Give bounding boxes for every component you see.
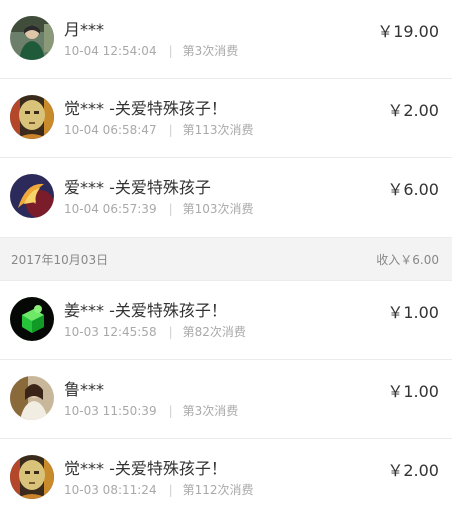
record-time: 10-04 06:57:39 bbox=[64, 202, 157, 216]
meta-separator: | bbox=[168, 483, 173, 497]
phoenix-icon bbox=[10, 174, 54, 218]
record-count: 第113次消费 bbox=[182, 123, 254, 137]
record-row[interactable]: 觉*** -关爱特殊孩子！ 10-04 06:58:47 | 第113次消费 ￥2.… bbox=[0, 79, 452, 158]
record-name: 鲁*** bbox=[64, 380, 105, 399]
record-name: 觉*** -关爱特殊孩子！ bbox=[64, 99, 227, 118]
record-count: 第82次消费 bbox=[182, 325, 246, 339]
mask-face-icon bbox=[10, 95, 54, 139]
day-date: 2017年10月03日 bbox=[11, 253, 109, 267]
record-amount: ￥1.00 bbox=[387, 382, 439, 401]
meta-separator: | bbox=[168, 202, 173, 216]
record-meta: 10-04 06:57:39 | 第103次消费 bbox=[64, 200, 254, 217]
meta-separator: | bbox=[168, 44, 173, 58]
day-income: 收入￥6.00 bbox=[376, 253, 439, 267]
record-row[interactable]: 爱*** -关爱特殊孩子 10-04 06:57:39 | 第103次消费 ￥6.0… bbox=[0, 158, 452, 237]
record-count: 第3次消费 bbox=[182, 404, 239, 418]
record-meta: 10-03 08:11:24 | 第112次消费 bbox=[64, 481, 254, 498]
record-meta: 10-03 11:50:39 | 第3次消费 bbox=[64, 402, 238, 419]
record-amount: ￥6.00 bbox=[387, 180, 439, 199]
meta-separator: | bbox=[168, 404, 173, 418]
record-meta: 10-04 06:58:47 | 第113次消费 bbox=[64, 121, 254, 138]
record-time: 10-03 11:50:39 bbox=[64, 404, 157, 418]
record-time: 10-03 12:45:58 bbox=[64, 325, 157, 339]
record-time: 10-04 12:54:04 bbox=[64, 44, 157, 58]
person-portrait-icon bbox=[10, 376, 54, 420]
record-count: 第103次消费 bbox=[182, 202, 254, 216]
record-amount: ￥19.00 bbox=[377, 22, 439, 41]
record-name: 觉*** -关爱特殊孩子！ bbox=[64, 459, 227, 478]
mask-face-icon bbox=[10, 455, 54, 499]
record-row[interactable]: 月*** 10-04 12:54:04 | 第3次消费 ￥19.00 bbox=[0, 0, 452, 79]
record-amount: ￥2.00 bbox=[387, 101, 439, 120]
meta-separator: | bbox=[168, 123, 173, 137]
record-amount: ￥2.00 bbox=[387, 461, 439, 480]
record-name: 爱*** -关爱特殊孩子 bbox=[64, 178, 211, 197]
record-amount: ￥1.00 bbox=[387, 303, 439, 322]
record-count: 第112次消费 bbox=[182, 483, 254, 497]
person-portrait-icon bbox=[10, 16, 54, 60]
record-meta: 10-03 12:45:58 | 第82次消费 bbox=[64, 323, 246, 340]
record-row[interactable]: 鲁*** 10-03 11:50:39 | 第3次消费 ￥1.00 bbox=[0, 360, 452, 439]
record-time: 10-03 08:11:24 bbox=[64, 483, 157, 497]
meta-separator: | bbox=[168, 325, 173, 339]
purchase-record-list: 月*** 10-04 12:54:04 | 第3次消费 ￥19.00 觉*** -关… bbox=[0, 0, 452, 518]
record-count: 第3次消费 bbox=[182, 44, 239, 58]
record-row[interactable]: 姜*** -关爱特殊孩子！ 10-03 12:45:58 | 第82次消费 ￥1.0… bbox=[0, 281, 452, 360]
record-meta: 10-04 12:54:04 | 第3次消费 bbox=[64, 42, 238, 59]
green-cube-icon bbox=[10, 297, 54, 341]
day-header: 2017年10月03日 收入￥6.00 bbox=[0, 237, 452, 281]
record-name: 月*** bbox=[64, 20, 105, 39]
record-name: 姜*** -关爱特殊孩子！ bbox=[64, 301, 227, 320]
record-row[interactable]: 觉*** -关爱特殊孩子！ 10-03 08:11:24 | 第112次消费 ￥2.… bbox=[0, 439, 452, 518]
record-time: 10-04 06:58:47 bbox=[64, 123, 157, 137]
